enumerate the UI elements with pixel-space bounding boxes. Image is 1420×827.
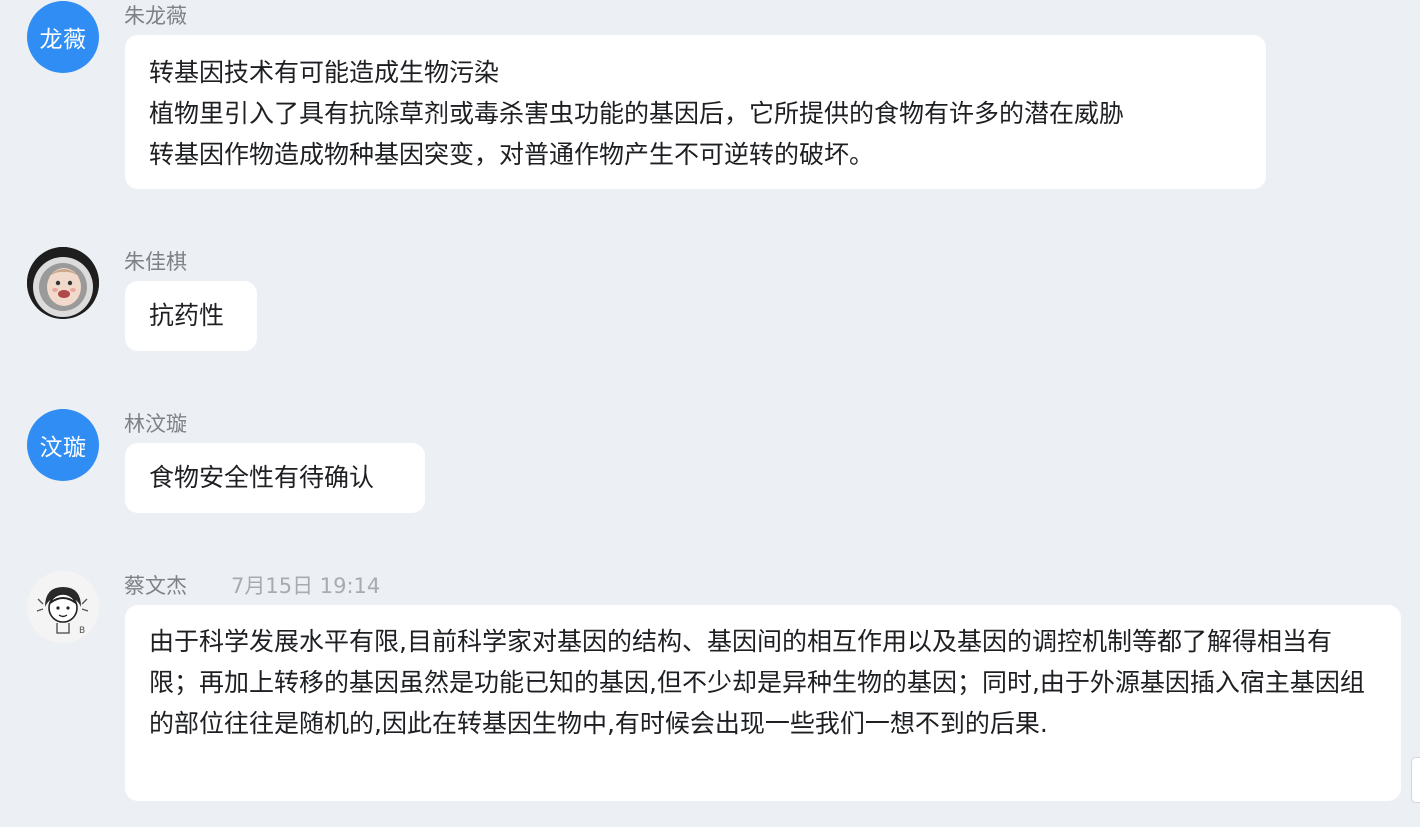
avatar-text: 龙薇 [39,27,87,53]
message-bubble[interactable]: 食物安全性有待确认 [125,443,425,513]
sender-name: 林汶璇 [124,412,187,436]
cartoon-girl-sketch-icon: B [27,571,99,643]
scroll-to-bottom-handle[interactable] [1411,757,1420,803]
message-timestamp: 7月15日 19:14 [231,574,381,598]
message-line: 植物里引入了具有抗除草剂或毒杀害虫功能的基因后，它所提供的食物有许多的潜在威胁 [149,99,1125,128]
avatar[interactable] [27,247,99,319]
sender-name: 蔡文杰 7月15日 19:14 [124,570,380,600]
baby-astronaut-photo-icon [27,247,99,319]
avatar-text: 汶璇 [39,435,87,461]
message-bubble[interactable]: 抗药性 [125,281,257,351]
avatar[interactable]: B [27,571,99,643]
sender-name: 朱佳棋 [124,250,187,274]
message-bubble[interactable]: 转基因技术有可能造成生物污染 植物里引入了具有抗除草剂或毒杀害虫功能的基因后，它… [125,35,1266,189]
sender-name: 朱龙薇 [124,4,187,28]
svg-text:B: B [79,626,86,636]
avatar[interactable]: 龙薇 [27,1,99,73]
sender-name-text: 蔡文杰 [124,574,187,598]
message-line: 抗药性 [149,301,225,330]
avatar[interactable]: 汶璇 [27,409,99,481]
chat-message-list[interactable]: 龙薇 朱龙薇 转基因技术有可能造成生物污染 植物里引入了具有抗除草剂或毒杀害虫功… [0,0,1420,827]
message-line: 食物安全性有待确认 [149,463,375,492]
message-text: 由于科学发展水平有限,目前科学家对基因的结构、基因间的相互作用以及基因的调控机制… [149,627,1365,738]
message-line: 转基因技术有可能造成生物污染 [149,58,500,87]
message-bubble[interactable]: 由于科学发展水平有限,目前科学家对基因的结构、基因间的相互作用以及基因的调控机制… [125,605,1401,801]
message-line: 转基因作物造成物种基因突变，对普通作物产生不可逆转的破坏。 [149,140,875,169]
